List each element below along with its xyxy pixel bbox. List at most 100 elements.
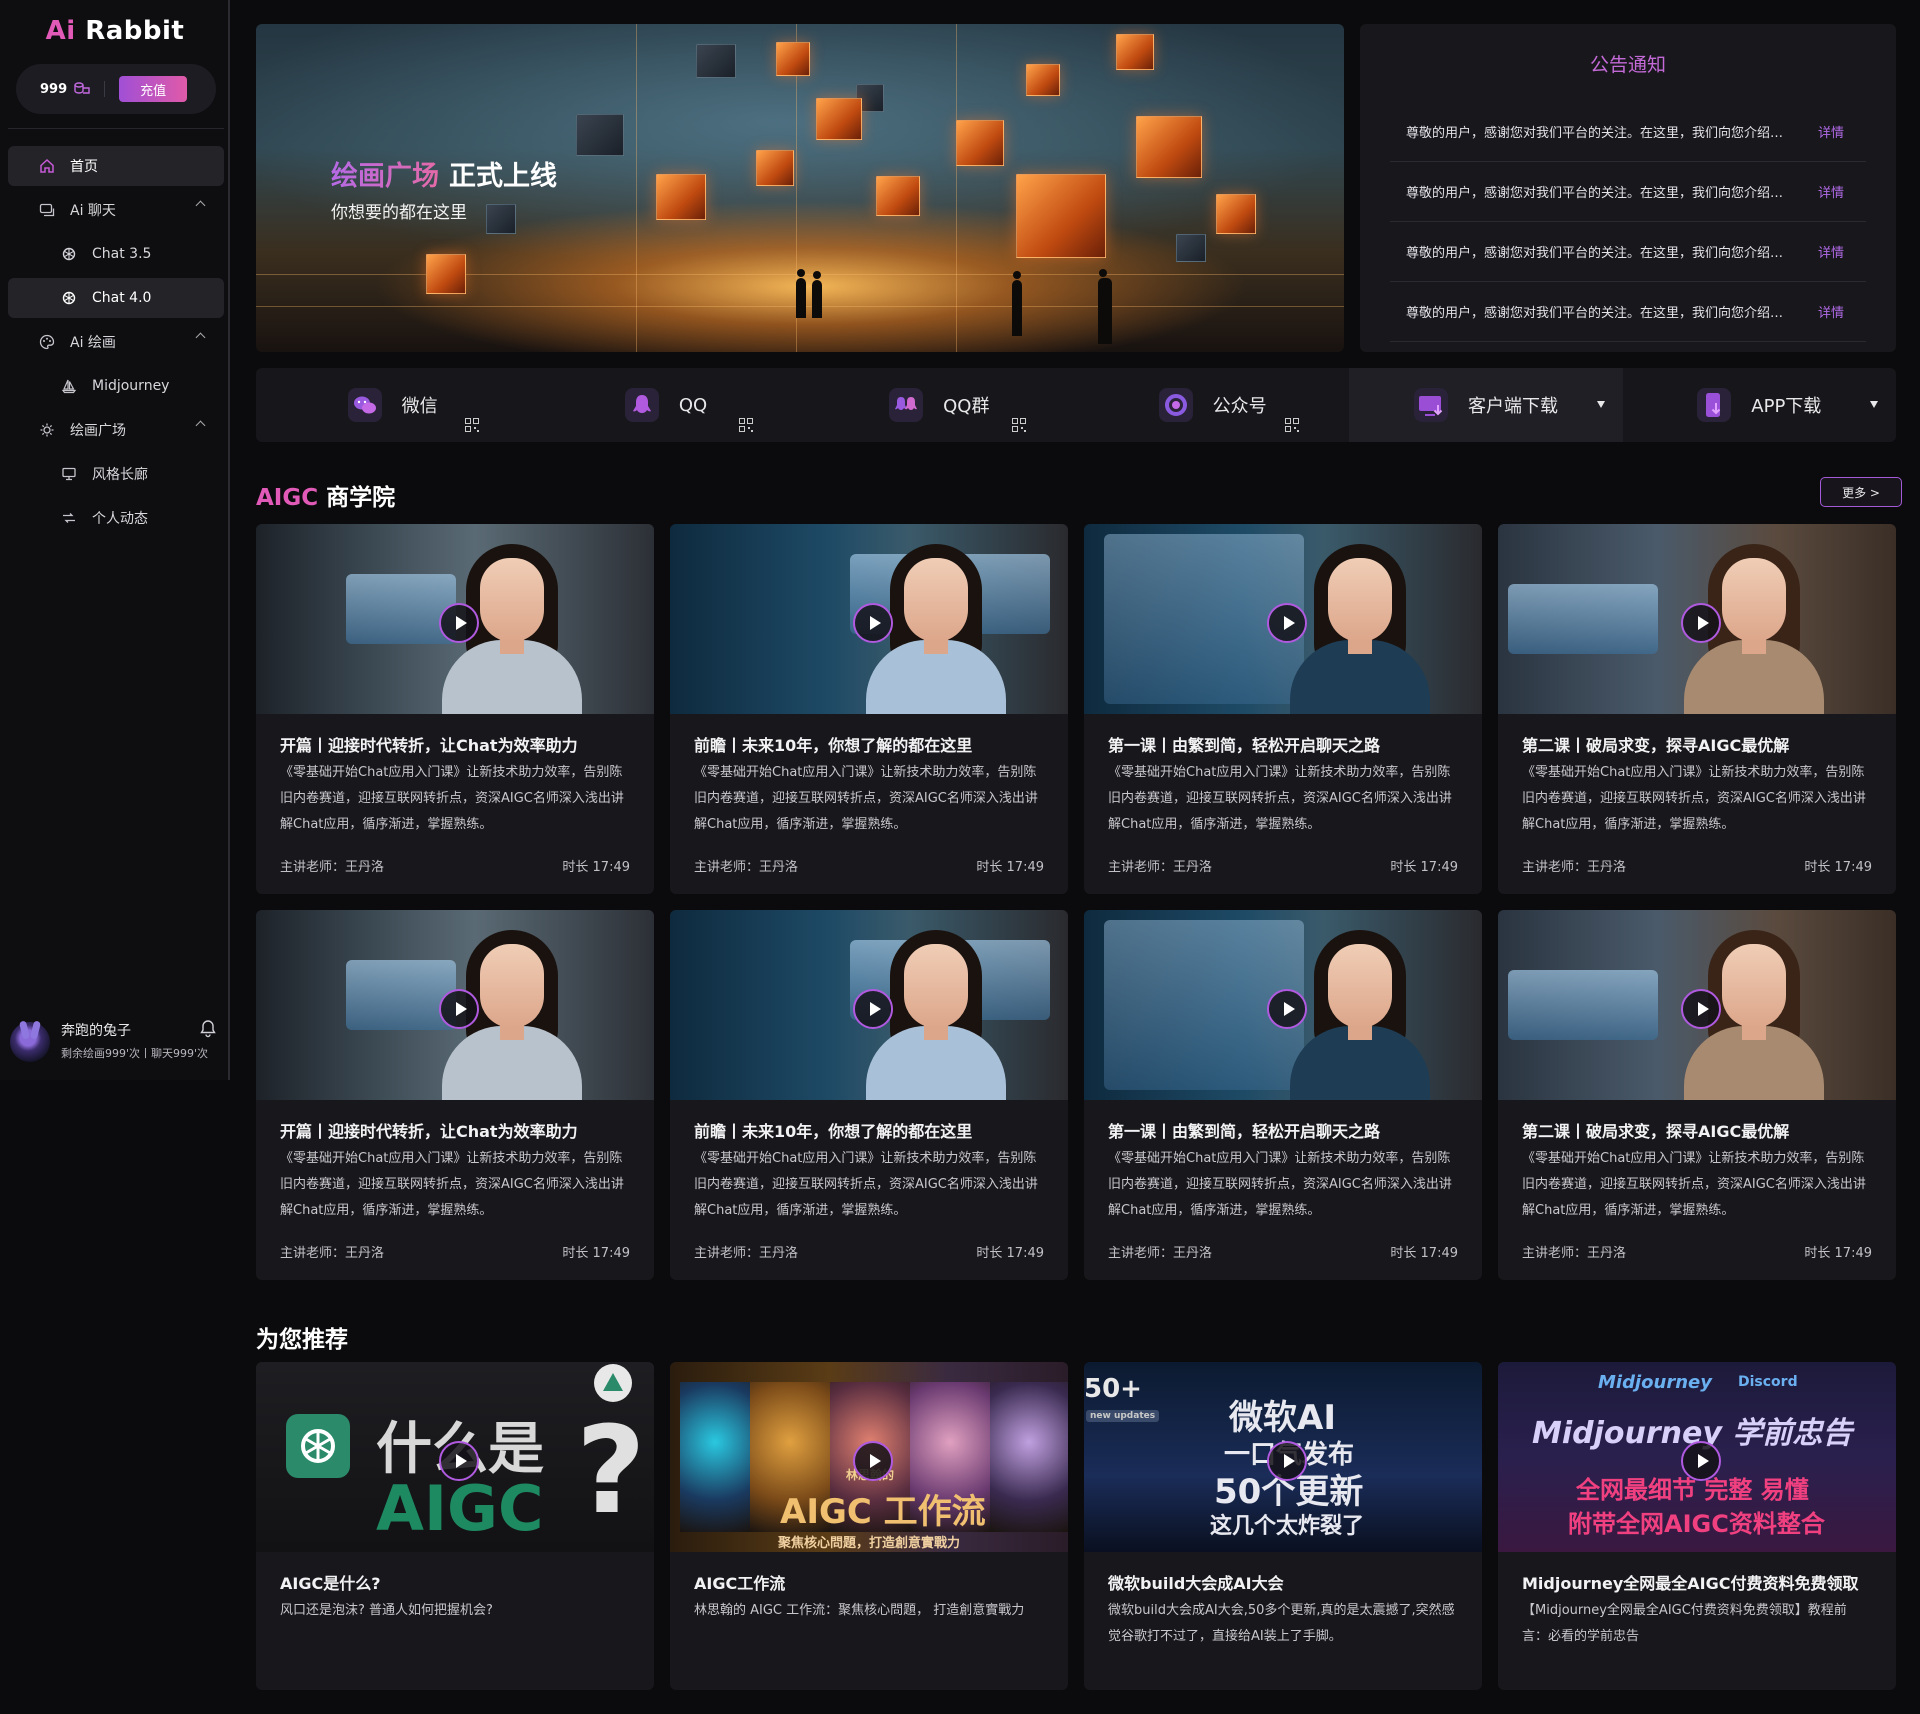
play-icon[interactable] [1267, 1441, 1307, 1481]
recommend-card[interactable]: Midjourney Discord Midjourney 学前忠告 全网最细节… [1498, 1362, 1896, 1690]
brand-name: Rabbit [85, 16, 185, 46]
play-icon[interactable] [439, 989, 479, 1029]
openai-icon [60, 245, 78, 263]
notice-item[interactable]: 尊敬的用户，感谢您对我们平台的关注。在这里，我们向您介绍我们的最新功能与服务 详… [1390, 222, 1866, 282]
course-card[interactable]: 第二课丨破局求变，探寻AIGC最优解 《零基础开始Chat应用入门课》让新技术助… [1498, 524, 1896, 894]
qr-code-icon[interactable] [465, 416, 480, 432]
course-title: 第二课丨破局求变，探寻AIGC最优解 [1522, 736, 1790, 755]
course-footer: 主讲老师：王丹洛 时长 17:49 [694, 856, 1044, 875]
avatar[interactable] [10, 1022, 50, 1062]
sidebar-item-midjourney[interactable]: Midjourney [8, 366, 224, 406]
social-qq-group[interactable]: QQ群 [803, 368, 1076, 442]
notice-detail-link[interactable]: 详情 [1818, 242, 1844, 261]
notice-item[interactable]: 尊敬的用户，感谢您对我们平台的关注。在这里，我们向您介绍我们的最新功能与服务 详… [1390, 282, 1866, 342]
notice-detail-link[interactable]: 详情 [1818, 302, 1844, 321]
course-card[interactable]: 开篇丨迎接时代转折，让Chat为效率助力 《零基础开始Chat应用入门课》让新技… [256, 524, 654, 894]
desktop-download-icon [1413, 388, 1448, 422]
academy-more-button[interactable]: 更多 > [1820, 477, 1902, 507]
course-card[interactable]: 前瞻丨未来10年，你想了解的都在这里 《零基础开始Chat应用入门课》让新技术助… [670, 524, 1068, 894]
social-qq[interactable]: QQ [529, 368, 802, 442]
sidebar: Ai Rabbit 999 充值 首页 Ai 聊天 Chat 3.5 Chat … [0, 0, 230, 1080]
sidebar-item-home[interactable]: 首页 [8, 146, 224, 186]
notice-text: 尊敬的用户，感谢您对我们平台的关注。在这里，我们向您介绍我们的最新功能与服务 [1406, 306, 1786, 321]
credit-box: 999 充值 [16, 64, 216, 114]
course-card[interactable]: 开篇丨迎接时代转折，让Chat为效率助力 《零基础开始Chat应用入门课》让新技… [256, 910, 654, 1280]
course-card[interactable]: 第一课丨由繁到简，轻松开启聊天之路 《零基础开始Chat应用入门课》让新技术助力… [1084, 524, 1482, 894]
art-text: ? [576, 1402, 646, 1541]
course-footer: 主讲老师：王丹洛 时长 17:49 [1522, 856, 1872, 875]
art-badge: new updates [1086, 1410, 1160, 1422]
banner-cube [1116, 34, 1154, 70]
sidebar-item-activity[interactable]: 个人动态 [8, 498, 224, 538]
sidebar-item-gallery[interactable]: 风格长廊 [8, 454, 224, 494]
art-panel [990, 1382, 1068, 1532]
sidebar-item-square[interactable]: 绘画广场 [8, 410, 224, 450]
notice-list: 尊敬的用户，感谢您对我们平台的关注。在这里，我们向您介绍我们的最新功能与服务 详… [1390, 102, 1866, 342]
play-icon[interactable] [853, 989, 893, 1029]
course-card[interactable]: 第一课丨由繁到简，轻松开启聊天之路 《零基础开始Chat应用入门课》让新技术助力… [1084, 910, 1482, 1280]
notice-item[interactable]: 尊敬的用户，感谢您对我们平台的关注。在这里，我们向您介绍我们的最新功能与服务 详… [1390, 102, 1866, 162]
banner-figure [812, 271, 822, 318]
topup-button[interactable]: 充值 [119, 76, 188, 102]
banner-grid-line [636, 24, 637, 352]
notice-detail-link[interactable]: 详情 [1818, 182, 1844, 201]
wechat-icon [347, 388, 382, 422]
play-icon[interactable] [1681, 1441, 1721, 1481]
course-description: 《零基础开始Chat应用入门课》让新技术助力效率，告别陈旧内卷赛道，迎接互联网转… [1522, 1151, 1866, 1218]
course-card[interactable]: 第二课丨破局求变，探寻AIGC最优解 《零基础开始Chat应用入门课》让新技术助… [1498, 910, 1896, 1280]
sidebar-item-ai-chat[interactable]: Ai 聊天 [8, 190, 224, 230]
qr-code-icon[interactable] [1285, 416, 1300, 432]
social-app-download[interactable]: APP下载 [1623, 368, 1896, 442]
recommend-item-description: 风口还是泡沫? 普通人如何把握机会? [280, 1603, 493, 1618]
notice-title: 公告通知 [1589, 54, 1666, 76]
notice-panel: 公告通知 尊敬的用户，感谢您对我们平台的关注。在这里，我们向您介绍我们的最新功能… [1360, 24, 1896, 352]
social-desktop-download[interactable]: 客户端下载 [1349, 368, 1623, 442]
academy-title-rest: 商学院 [318, 485, 396, 511]
activity-icon [60, 509, 78, 527]
course-row: 开篇丨迎接时代转折，让Chat为效率助力 《零基础开始Chat应用入门课》让新技… [256, 910, 1896, 1280]
course-card[interactable]: 前瞻丨未来10年，你想了解的都在这里 《零基础开始Chat应用入门课》让新技术助… [670, 910, 1068, 1280]
course-duration: 时长 17:49 [1390, 1246, 1458, 1261]
play-icon[interactable] [853, 1441, 893, 1481]
social-wechat[interactable]: 微信 [256, 368, 529, 442]
course-duration: 时长 17:49 [1390, 860, 1458, 875]
academy-title: AIGC 商学院 [256, 478, 395, 512]
play-icon[interactable] [439, 603, 479, 643]
thumb-background-screen [1508, 970, 1658, 1040]
sidebar-item-chat-3-5[interactable]: Chat 3.5 [8, 234, 224, 274]
recommend-card[interactable]: 50+ new updates 微软AI 一口气发布 50个更新 这几个太炸裂了… [1084, 1362, 1482, 1690]
social-official-account[interactable]: 公众号 [1076, 368, 1349, 442]
brand-logo[interactable]: Ai Rabbit [0, 16, 230, 46]
recommend-card[interactable]: 林思翰的 AIGC 工作流 聚焦核心問題，打造創意實戰力 AIGC工作流 林思翰… [670, 1362, 1068, 1690]
play-icon[interactable] [439, 1441, 479, 1481]
user-profile[interactable]: 奔跑的兔子 剩余绘画999'次丨聊天999'次 [10, 1018, 222, 1062]
user-quota: 剩余绘画999'次丨聊天999'次 [61, 1047, 209, 1060]
course-footer: 主讲老师：王丹洛 时长 17:49 [694, 1242, 1044, 1261]
hero-banner[interactable]: 绘画广场 正式上线 你想要的都在这里 [256, 24, 1344, 352]
credit-amount: 999 [40, 81, 68, 97]
banner-cube [1216, 194, 1256, 234]
sidebar-divider [8, 128, 224, 129]
play-icon[interactable] [853, 603, 893, 643]
sidebar-item-label: Chat 3.5 [92, 246, 152, 262]
play-icon[interactable] [1681, 989, 1721, 1029]
openai-icon [60, 289, 78, 307]
notice-item[interactable]: 尊敬的用户，感谢您对我们平台的关注。在这里，我们向您介绍我们的最新功能与服务 详… [1390, 162, 1866, 222]
chevron-up-icon [195, 332, 206, 343]
banner-cube [1136, 116, 1202, 178]
banner-cube [756, 150, 794, 186]
banner-figure [1098, 269, 1112, 344]
recommend-card[interactable]: 什么是 AIGC ? AIGC是什么? 风口还是泡沫? 普通人如何把握机会? [256, 1362, 654, 1690]
sidebar-item-chat-4-0[interactable]: Chat 4.0 [8, 278, 224, 318]
play-icon[interactable] [1267, 989, 1307, 1029]
play-icon[interactable] [1267, 603, 1307, 643]
coin-icon [74, 81, 90, 97]
bell-icon[interactable] [198, 1018, 218, 1038]
qr-code-icon[interactable] [738, 416, 753, 432]
notice-detail-link[interactable]: 详情 [1818, 122, 1844, 141]
social-bar: 微信 QQ QQ群 公众号 客户端下载 APP下载 [256, 368, 1896, 442]
play-icon[interactable] [1681, 603, 1721, 643]
sidebar-item-ai-paint[interactable]: Ai 绘画 [8, 322, 224, 362]
qr-code-icon[interactable] [1011, 416, 1026, 432]
course-duration: 时长 17:49 [562, 1246, 630, 1261]
